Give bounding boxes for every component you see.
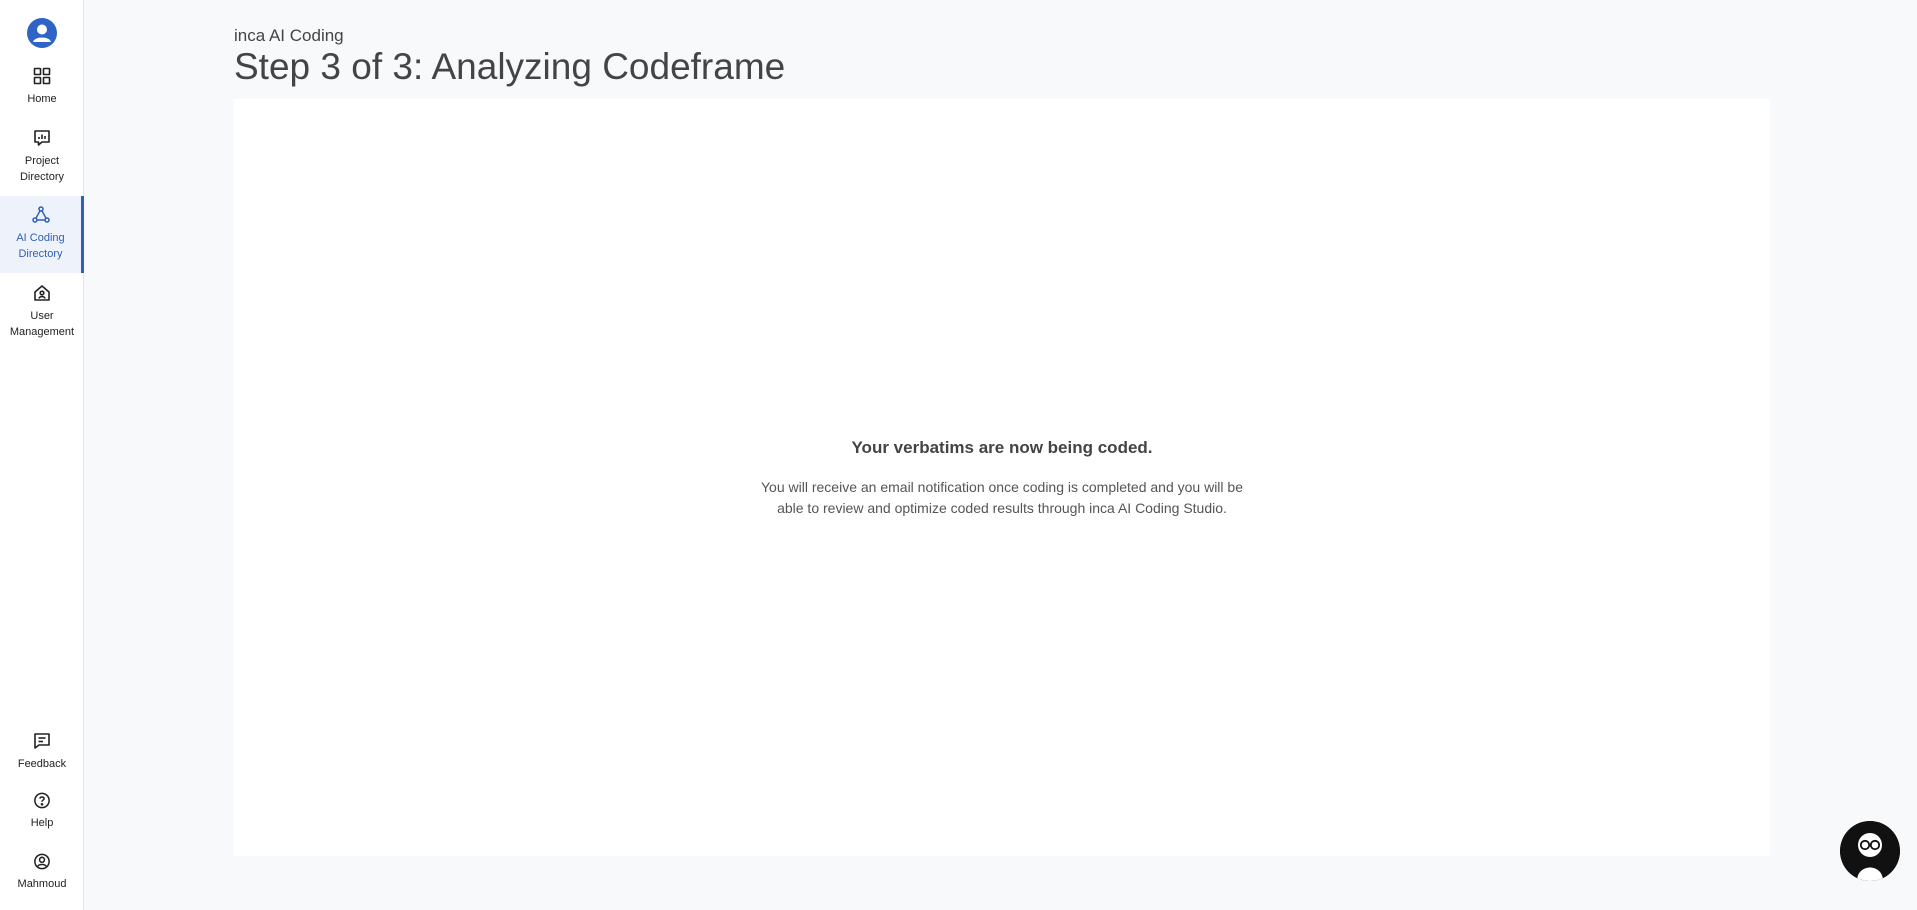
sidebar-item-label: Feedback	[17, 758, 67, 770]
user-avatar-icon	[27, 18, 57, 48]
sidebar-item-ai-coding-directory[interactable]: AI Coding Directory	[0, 196, 84, 273]
user-circle-icon	[34, 853, 50, 870]
sidebar-item-label: Home	[27, 93, 57, 105]
grid-icon	[33, 67, 51, 85]
assistant-button[interactable]	[1840, 821, 1900, 881]
sidebar-item-label: Project Directory	[19, 155, 64, 183]
chat-icon	[34, 733, 50, 749]
status-panel: Your verbatims are now being coded. You …	[234, 99, 1770, 856]
sidebar-item-feedback[interactable]: Feedback	[0, 731, 84, 775]
sidebar-item-home[interactable]: Home	[0, 66, 84, 110]
page-title: Step 3 of 3: Analyzing Codeframe	[234, 46, 786, 87]
assistant-avatar-icon	[1840, 821, 1900, 881]
status-message-title: Your verbatims are now being coded.	[851, 438, 1153, 457]
status-message-body: You will receive an email notification o…	[761, 479, 1243, 516]
network-icon	[31, 206, 50, 223]
brand-logo[interactable]	[26, 17, 58, 49]
chart-board-icon	[34, 130, 50, 146]
sidebar-item-label: Help	[30, 817, 54, 829]
sidebar-item-project-directory[interactable]: Project Directory	[0, 128, 84, 186]
sidebar-item-label: AI Coding Directory	[16, 232, 65, 260]
page-subtitle: inca AI Coding	[234, 26, 344, 45]
sidebar-item-help[interactable]: Help	[0, 791, 84, 831]
sidebar-item-label: Mahmoud	[17, 878, 67, 890]
sidebar-item-profile[interactable]: Mahmoud	[0, 852, 84, 892]
question-icon	[34, 792, 50, 809]
house-user-icon	[34, 285, 50, 301]
sidebar-item-user-management[interactable]: User Management	[0, 283, 84, 341]
sidebar: Home Project Directory AI Coding Directo…	[0, 0, 84, 910]
sidebar-item-label: User Management	[9, 310, 75, 338]
